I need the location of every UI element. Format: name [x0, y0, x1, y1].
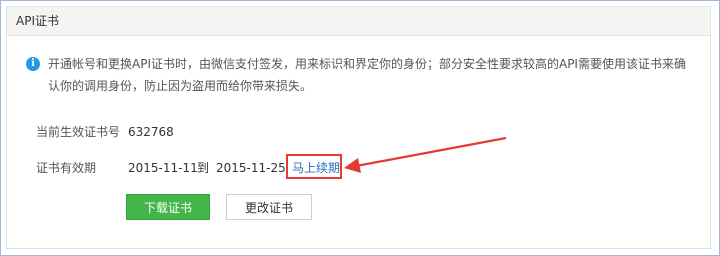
- notice-text: 开通帐号和更换API证书时，由微信支付签发，用来标识和界定你的身份；部分安全性要…: [48, 57, 686, 93]
- download-cert-button[interactable]: 下载证书: [126, 194, 210, 220]
- cert-number-value: 632768: [128, 125, 174, 139]
- validity-to-word: 到: [197, 161, 210, 175]
- renew-now-link[interactable]: 马上续期: [292, 160, 340, 176]
- cert-number-label: 当前生效证书号: [36, 125, 121, 139]
- validity-label: 证书有效期: [36, 161, 97, 175]
- panel-title: API证书: [7, 7, 710, 36]
- info-icon: i: [26, 57, 40, 71]
- validity-start-date: 2015-11-11: [128, 161, 198, 175]
- change-cert-button[interactable]: 更改证书: [226, 194, 312, 220]
- validity-end-date: 2015-11-25: [216, 161, 286, 175]
- notice-box: i 开通帐号和更换API证书时，由微信支付签发，用来标识和界定你的身份；部分安全…: [26, 53, 696, 97]
